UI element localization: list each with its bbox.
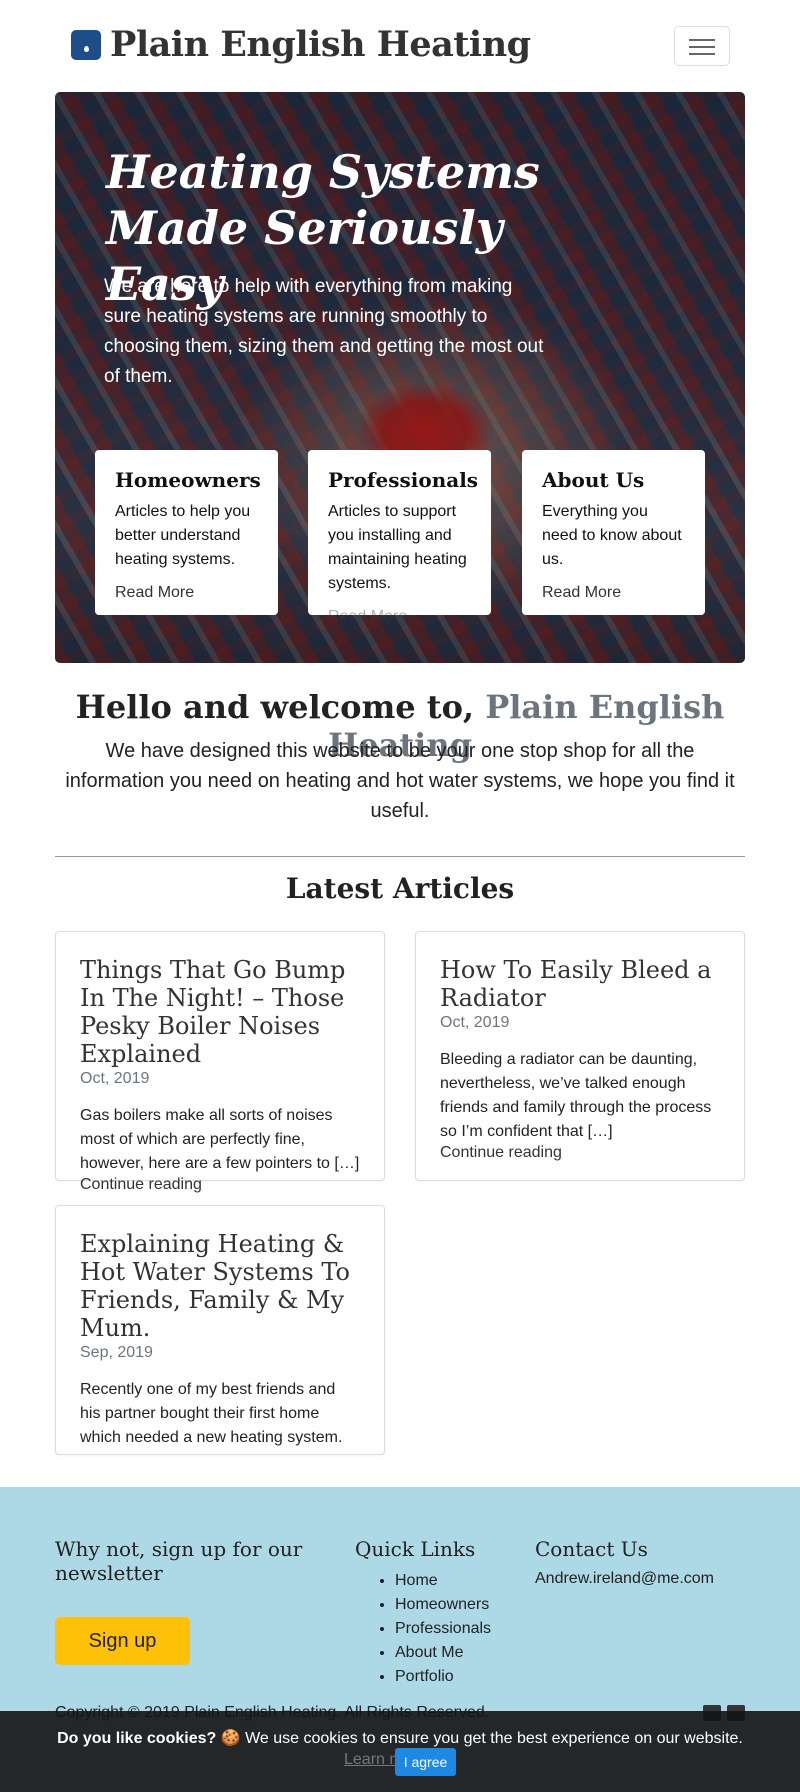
article-excerpt: Gas boilers make all sorts of noises mos…: [80, 1107, 360, 1172]
newsletter-text: Why not, sign up for our newsletter: [55, 1537, 303, 1585]
water-drop-icon: [71, 29, 101, 60]
hero-card-text: Articles to help you better understand h…: [115, 503, 251, 568]
read-more-link[interactable]: Read More: [115, 584, 194, 602]
quick-links-title: Quick Links: [355, 1537, 476, 1561]
contact-email[interactable]: Andrew.ireland@me.com: [535, 1570, 714, 1588]
quick-link-homeowners[interactable]: Homeowners: [395, 1593, 491, 1617]
cookie-question: Do you like cookies?: [57, 1730, 217, 1747]
article-excerpt: Recently one of my best friends and his …: [80, 1381, 343, 1446]
read-more-link[interactable]: Read More: [328, 608, 407, 626]
quick-links-list: Home Homeowners Professionals About Me P…: [395, 1569, 491, 1689]
welcome-text: We have designed this website to be your…: [65, 740, 735, 822]
article-title[interactable]: Things That Go Bump In The Night! – Thos…: [80, 956, 360, 1068]
hero-card-title: Professionals: [328, 468, 479, 492]
quick-link-home[interactable]: Home: [395, 1569, 491, 1593]
hamburger-icon-line: [689, 46, 715, 48]
accept-cookies-button[interactable]: I agree: [395, 1748, 456, 1776]
hamburger-icon-line: [689, 53, 715, 55]
continue-reading-link[interactable]: Continue reading: [80, 1176, 202, 1193]
quick-link-about-me[interactable]: About Me: [395, 1641, 491, 1665]
hero-subtitle: We are here to help with everything from…: [104, 276, 544, 387]
cookie-message-text: We use cookies to ensure you get the bes…: [245, 1730, 743, 1747]
hero-card-title: Homeowners: [115, 468, 261, 492]
article-date: Oct, 2019: [440, 1014, 510, 1031]
cookie-emoji: 🍪: [220, 1730, 241, 1747]
hero-banner: Heating Systems Made Seriously Easy We a…: [55, 92, 745, 663]
article-excerpt: Bleeding a radiator can be daunting, nev…: [440, 1051, 712, 1140]
hero-card-text: Articles to support you installing and m…: [328, 503, 467, 592]
cookie-consent-bar: Do you like cookies? 🍪 We use cookies to…: [0, 1711, 800, 1792]
quick-link-portfolio[interactable]: Portfolio: [395, 1665, 491, 1689]
hero-card-title: About Us: [542, 468, 645, 492]
read-more-link[interactable]: Read More: [542, 584, 621, 602]
article-date: Oct, 2019: [80, 1070, 150, 1087]
signup-button[interactable]: Sign up: [55, 1617, 190, 1665]
quick-link-professionals[interactable]: Professionals: [395, 1617, 491, 1641]
hamburger-icon: [689, 39, 715, 41]
section-divider: [55, 856, 745, 857]
article-card[interactable]: How To Easily Bleed a Radiator Oct, 2019…: [415, 931, 745, 1181]
article-card[interactable]: Things That Go Bump In The Night! – Thos…: [55, 931, 385, 1193]
article-date: Sep, 2019: [80, 1344, 153, 1361]
hero-card-homeowners: Homeowners Articles to help you better u…: [95, 450, 278, 615]
hero-card-professionals: Professionals Articles to support you in…: [308, 450, 491, 625]
brand-name: Plain English Heating: [110, 24, 531, 65]
site-header: Plain English Heating: [0, 0, 800, 92]
contact-title: Contact Us: [535, 1537, 648, 1561]
hero-card-text: Everything you need to know about us.: [542, 503, 682, 568]
article-title[interactable]: Explaining Heating & Hot Water Systems T…: [80, 1230, 360, 1342]
article-card[interactable]: Explaining Heating & Hot Water Systems T…: [55, 1205, 385, 1455]
article-title[interactable]: How To Easily Bleed a Radiator: [440, 956, 720, 1012]
latest-articles-heading: Latest Articles: [285, 872, 515, 905]
brand-link[interactable]: Plain English Heating: [71, 24, 531, 65]
continue-reading-link[interactable]: Continue reading: [440, 1144, 562, 1161]
welcome-heading-prefix: Hello and welcome to,: [75, 688, 475, 726]
hero-card-about: About Us Everything you need to know abo…: [522, 450, 705, 615]
menu-toggle-button[interactable]: [674, 26, 730, 66]
